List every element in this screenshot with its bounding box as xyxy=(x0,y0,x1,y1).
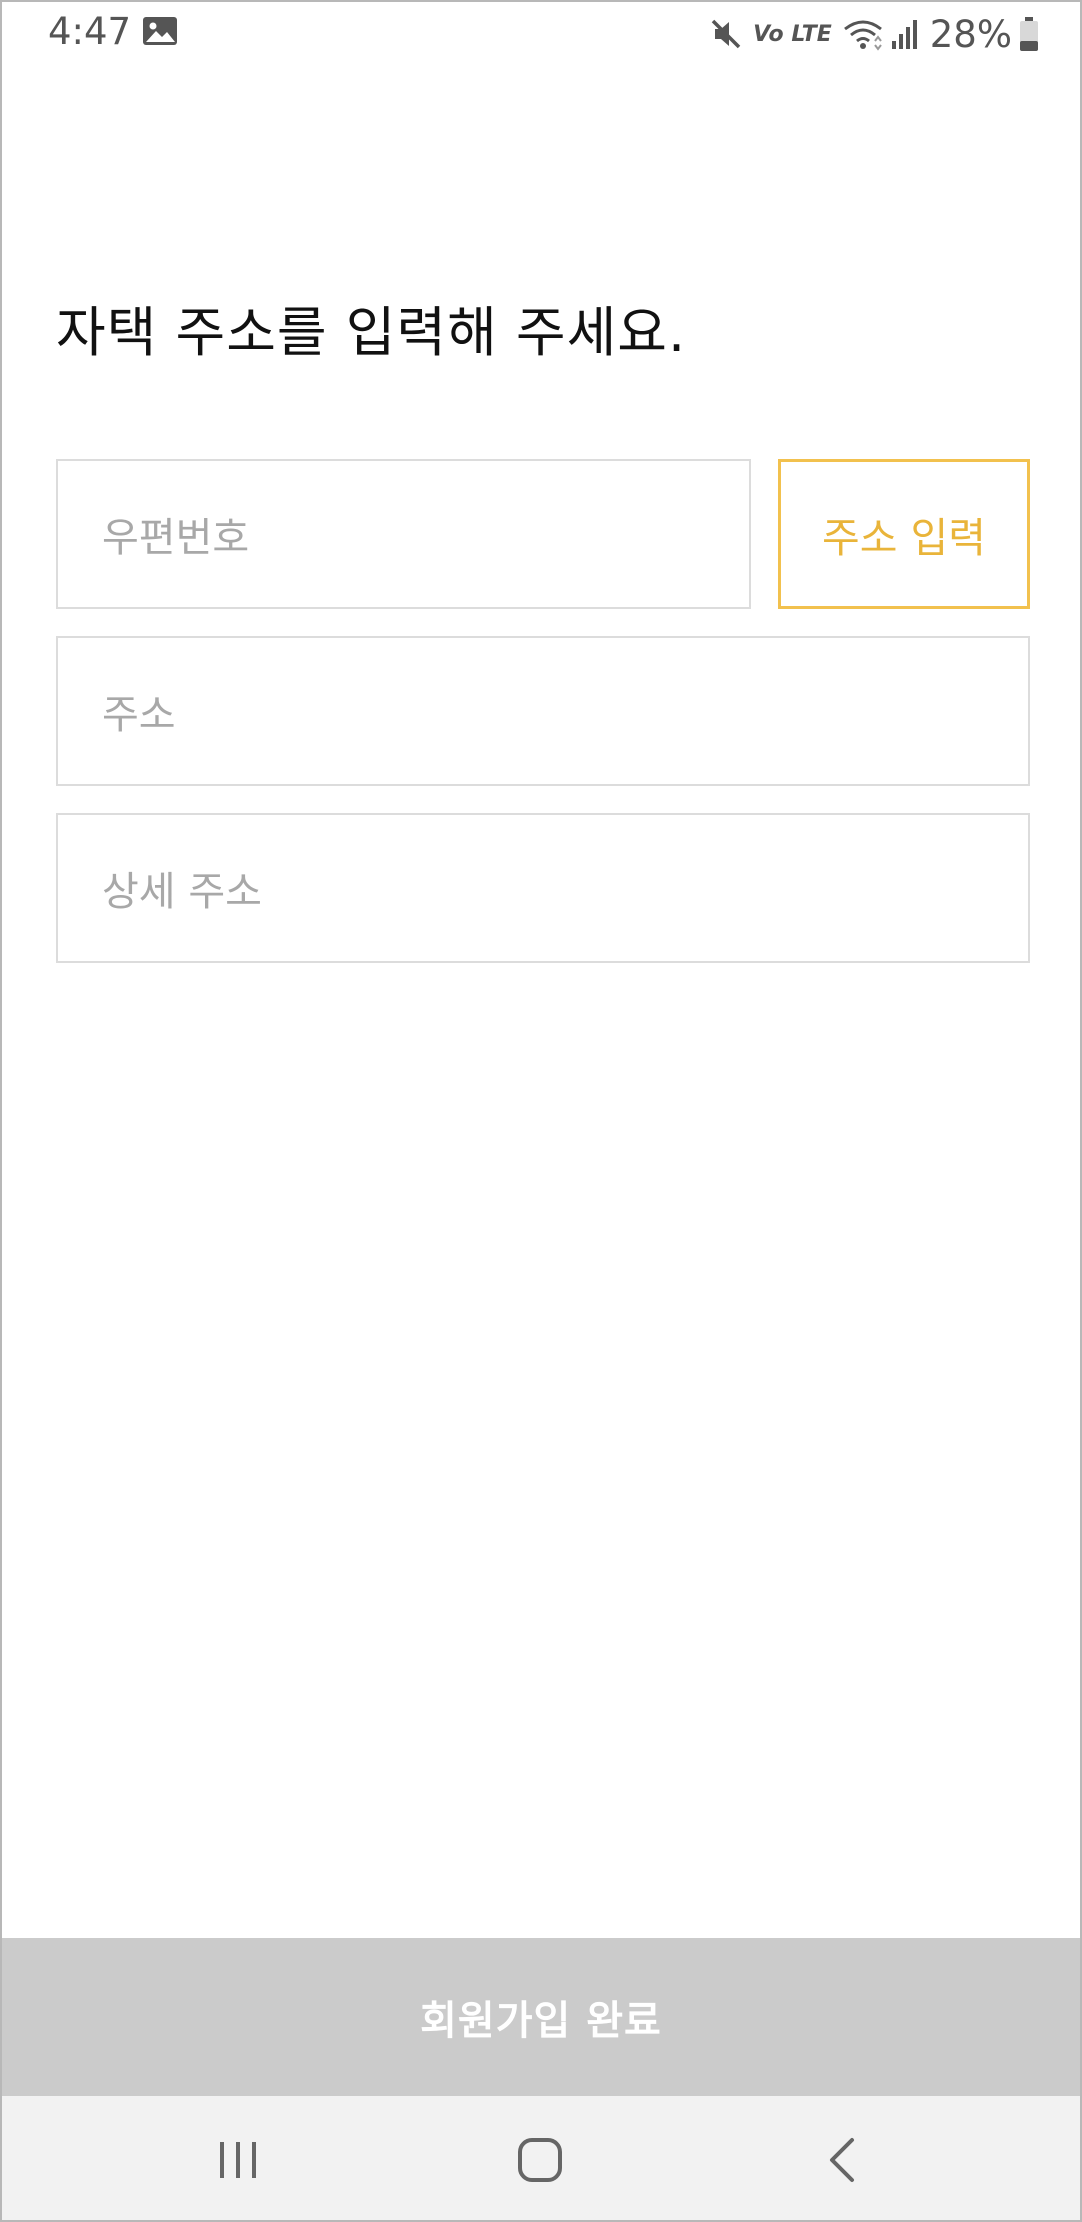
signal-icon xyxy=(891,20,917,49)
detail-address-input[interactable]: 상세 주소 xyxy=(56,813,1030,963)
mute-icon xyxy=(711,19,741,49)
back-icon[interactable] xyxy=(814,2130,874,2190)
address-input[interactable]: 주소 xyxy=(56,636,1030,786)
zipcode-input[interactable]: 우편번호 xyxy=(56,459,751,609)
status-time: 4:47 xyxy=(48,10,132,53)
detail-address-placeholder: 상세 주소 xyxy=(102,869,262,915)
zipcode-placeholder: 우편번호 xyxy=(102,515,250,561)
gallery-icon xyxy=(143,17,177,45)
page-title: 자택 주소를 입력해 주세요. xyxy=(56,301,687,364)
navigation-bar xyxy=(2,2096,1080,2220)
recents-icon[interactable] xyxy=(208,2130,268,2190)
network-label: Vo LTE xyxy=(753,21,832,47)
complete-signup-button[interactable]: 회원가입 완료 xyxy=(2,1938,1080,2096)
address-placeholder: 주소 xyxy=(102,692,176,738)
status-icons: Vo LTE 28% xyxy=(709,10,1040,58)
battery-icon xyxy=(1020,17,1038,51)
address-search-button[interactable]: 주소 입력 xyxy=(778,459,1030,609)
home-icon[interactable] xyxy=(510,2130,570,2190)
status-bar: 4:47 Vo LTE 28% xyxy=(2,2,1080,66)
battery-percent: 28% xyxy=(929,12,1012,56)
phone-screen: 4:47 Vo LTE 28% 자택 주소를 입력해 주세요. 우편번호 주소 … xyxy=(0,0,1082,2222)
wifi-icon xyxy=(843,20,882,51)
